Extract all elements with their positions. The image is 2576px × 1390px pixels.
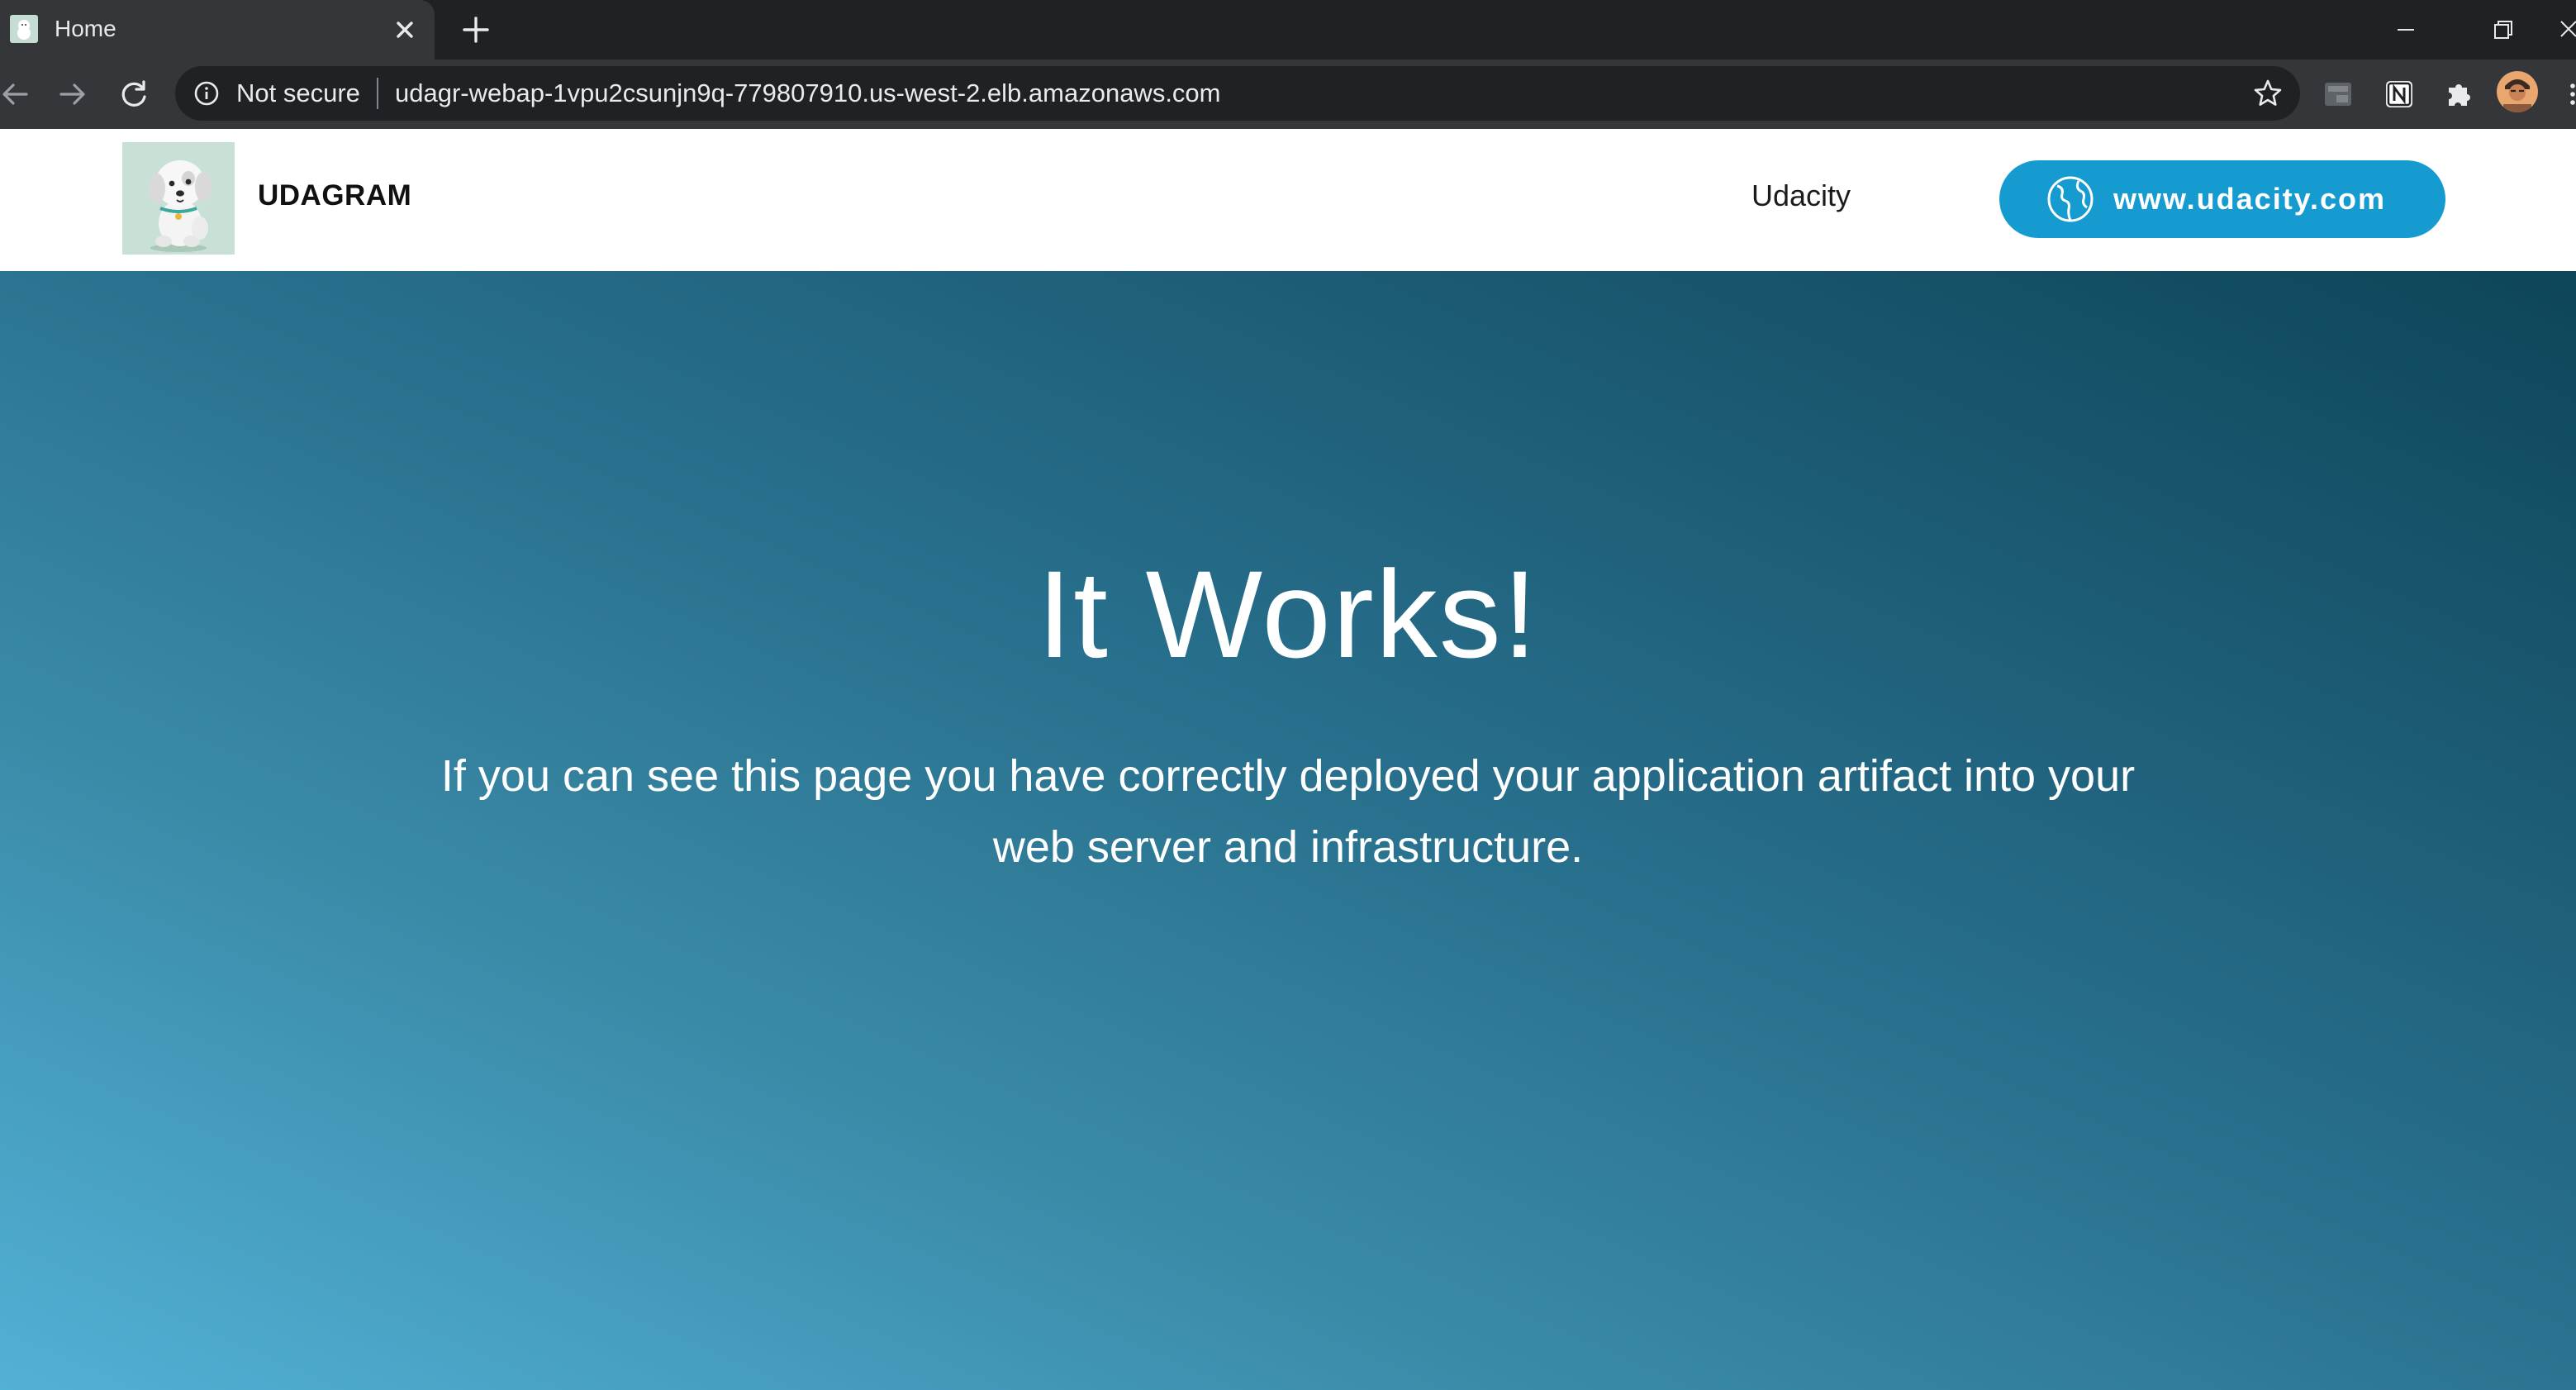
cta-label: www.udacity.com [2113,182,2387,216]
avatar[interactable] [2497,71,2538,112]
restore-icon[interactable] [2482,8,2525,51]
dog-icon[interactable] [122,142,235,255]
menu-dots-icon[interactable] [2563,74,2576,114]
nav-link-udacity[interactable]: Udacity [1751,179,1851,213]
globe-icon [2046,174,2095,224]
plus-icon[interactable] [458,12,494,48]
udacity-website-button[interactable]: www.udacity.com [1999,160,2445,238]
browser-tab[interactable]: Home [0,0,435,60]
brand-name[interactable]: UDAGRAM [258,179,411,213]
hero-title: It Works! [1037,545,1539,683]
browser-toolbar: Not secure udagr-webap-1vpu2csunjn9q-779… [0,60,2576,129]
browser-tabstrip: Home [0,0,2576,60]
close-window-icon[interactable] [2553,8,2576,51]
security-label[interactable]: Not secure [236,79,360,107]
extension-box-icon[interactable] [2318,74,2358,114]
arrow-right-icon[interactable] [53,74,93,114]
arrow-left-icon[interactable] [0,74,35,114]
reload-icon[interactable] [114,74,154,114]
info-icon[interactable] [193,80,220,107]
site-navbar: UDAGRAM Udacity www.udacity.com [0,129,2576,271]
tab-title: Home [55,16,116,41]
address-bar[interactable]: Not secure udagr-webap-1vpu2csunjn9q-779… [175,66,2300,121]
hero-description: If you can see this page you have correc… [440,751,2136,872]
minimize-icon[interactable] [2384,8,2427,51]
puzzle-icon[interactable] [2439,74,2479,114]
star-icon[interactable] [2252,78,2284,109]
hero-section: It Works! If you can see this page you h… [0,271,2576,1390]
divider [377,78,378,109]
notion-icon[interactable] [2379,74,2419,114]
dog-icon [10,15,38,43]
url-text[interactable]: udagr-webap-1vpu2csunjn9q-779807910.us-w… [395,79,1221,107]
close-icon[interactable] [388,13,421,46]
